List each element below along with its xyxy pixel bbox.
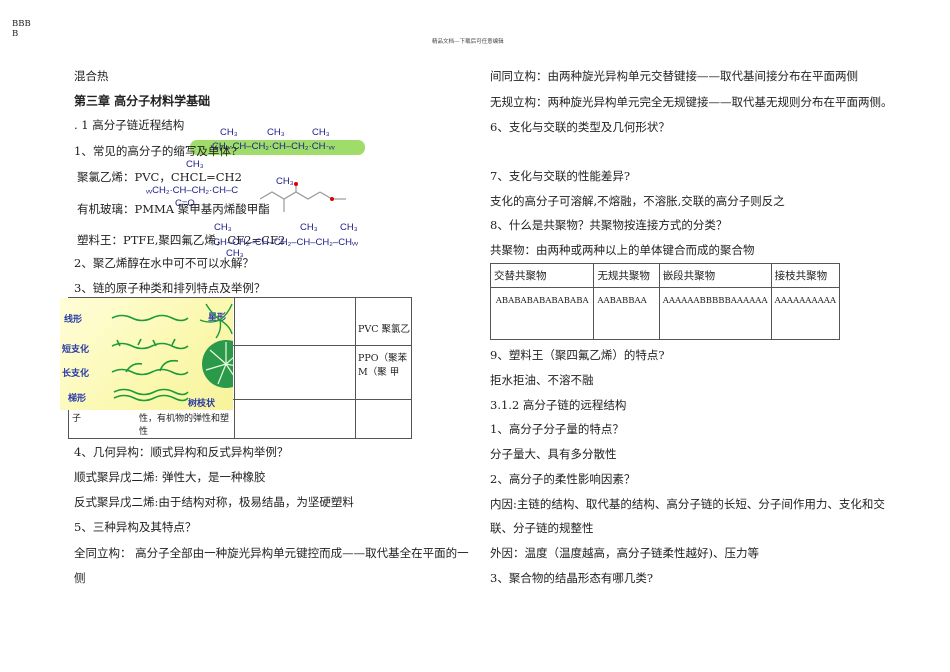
ch3-label: CH₃ [340,222,358,233]
ch3-label: CH₃ [220,127,238,138]
right-line-6: 8、什么是共聚物？共聚物按连接方式的分类？ [490,218,728,232]
right-line-5: 支化的高分子可溶解,不熔融，不溶胀,交联的高分子则反之 [490,194,785,208]
ch3-label: CH₃ [186,159,204,170]
section-heading: . 1 高分子链近程结构 [74,118,185,132]
right-line-8: 9、塑料王（聚四氟乙烯）的特点? [490,348,665,362]
table-cell: AAAAAAAAAA [770,287,841,340]
ch3-label: CH₃ [312,127,330,138]
chain-drawings-icon [111,303,233,402]
left-line-14: 全同立构： 高分子全部由一种旋光异构单元键控而成——取代基全在平面的一 [74,546,469,560]
table-fragment-text: PPO（聚苯 [358,353,408,364]
right-line-1: 间同立构：由两种旋光异构单元交替键接——取代基间接分布在平面两侧 [490,69,858,83]
right-line-12: 分子量大、具有多分散性 [490,447,617,461]
table-header: 交替共聚物 [489,263,595,288]
table-fragment-text: 性 [139,427,149,437]
ch3-label: CH₃ [300,222,318,233]
table-fragment-text: 子 [72,414,82,424]
copolymer-table: 交替共聚物 无规共聚物 嵌段共聚物 接枝共聚物 ABABABABABABABA … [489,263,841,340]
pvc-line: 聚氯乙烯：PVC，CHCL=CH2 [77,170,242,184]
left-line-15: 侧 [74,571,86,585]
left-line-11: 顺式聚异戊二烯: 弹性大，是一种橡胶 [74,470,266,484]
right-line-17: 3、聚合物的结晶形态有哪几类? [490,571,653,585]
chain-shapes-image: 线形 星形 短支化 长支化 梯形 树枝状 [60,298,233,410]
right-line-9: 拒水拒油、不溶不融 [490,373,594,387]
right-line-13: 2、高分子的柔性影响因素？ [490,472,636,486]
table-cell: ABABABABABABABA [489,287,595,340]
right-line-2: 无规立构：两种旋光异构单元完全无规键接——取代基无规则分布在平面两侧。 [490,95,893,109]
ch3-label: CH₃ [214,222,232,233]
left-line-8: 2、聚乙烯醇在水中可不可以水解？ [74,256,254,270]
table-header: 嵌段共聚物 [658,263,772,288]
right-line-15: 联、分子链的规整性 [490,521,594,535]
corner-mark: BBB B [12,19,31,39]
ch3-label: CH₃ [267,127,285,138]
left-line-13: 5、三种异构及其特点？ [74,520,197,534]
right-line-4: 7、支化与交联的性能差异? [490,169,630,183]
table-header: 无规共聚物 [593,263,660,288]
right-line-14: 内因:主链的结构、取代基的结构、高分子链的长短、分子间作用力、支化和交 [490,497,885,511]
table-fragment-text: PVC 聚氯乙 [358,324,411,335]
table-row: ABABABABABABABA AABABBAA AAAAAABBBBBAAAA… [489,287,841,340]
right-line-7: 共聚物：由两种或两种以上的单体键合而成的聚合物 [490,243,755,257]
left-line-4: 1、常见的高分子的缩写及单体? [74,144,237,158]
chain-formula: ᵥᵥCH₂·CH–CH₂·CH–C [146,185,239,196]
left-line-1: 混合热 [74,69,109,83]
table-cell: AABABBAA [593,287,660,340]
right-line-16: 外因：温度（温度越高，高分子链柔性越好)、压力等 [490,546,759,560]
table-fragment-text: 性，有机物的弹性和塑 [139,414,230,424]
right-line-10: 3.1.2 高分子链的远程结构 [490,398,627,412]
left-line-12: 反式聚异戊二烯:由于结构对称，极易结晶，为坚硬塑料 [74,495,354,509]
table-header: 接枝共聚物 [770,263,841,288]
page-caption: 精品文档---下载后可任意编辑 [432,39,504,45]
table-fragment-text: M（聚 甲 [358,367,400,378]
left-line-9: 3、链的原子种类和排列特点及举例？ [74,281,266,295]
chapter-title: 第三章 高分子材料学基础 [74,94,211,108]
right-line-11: 1、高分子分子量的特点？ [490,422,624,436]
left-line-10: 4、几何异构：顺式异构和反式异构举例？ [74,445,289,459]
table-row: 交替共聚物 无规共聚物 嵌段共聚物 接枝共聚物 [489,263,841,288]
pmma-line: 有机玻璃：PMMA 聚甲基丙烯酸甲酯 [77,202,270,216]
right-line-3: 6、支化与交联的类型及几何形状？ [490,120,670,134]
table-cell: AAAAAABBBBBAAAAAA [658,287,772,340]
chain-formula: ·CH–CH₂–CH–CH₂–CH–CH₂–CHᵥᵥ [210,237,359,248]
